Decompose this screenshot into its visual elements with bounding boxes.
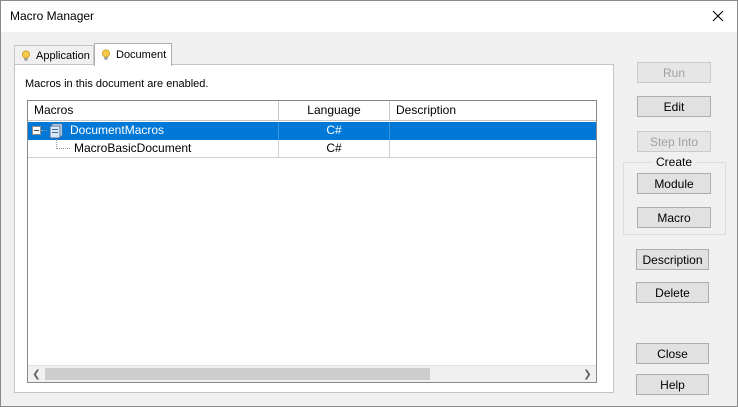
macro-status-text: Macros in this document are enabled. xyxy=(25,78,209,90)
macro-description-cell xyxy=(390,140,596,158)
close-icon[interactable] xyxy=(703,2,733,30)
description-button[interactable]: Description xyxy=(636,249,709,270)
delete-button[interactable]: Delete xyxy=(636,282,709,303)
macro-language-cell: C# xyxy=(279,140,390,158)
macro-description-cell xyxy=(390,122,596,140)
document-tab-panel: Macros in this document are enabled. Mac… xyxy=(14,64,614,393)
module-button[interactable]: Module xyxy=(637,173,711,194)
grid-header: Macros Language Description xyxy=(28,101,596,121)
macro-manager-dialog: Macro Manager Application Document Macro… xyxy=(0,0,738,407)
macro-button[interactable]: Macro xyxy=(637,207,711,228)
description-button-label: Description xyxy=(642,252,703,267)
column-header-description[interactable]: Description xyxy=(390,101,596,121)
scroll-left-icon[interactable]: ❮ xyxy=(28,366,45,382)
lightbulb-icon xyxy=(21,50,31,62)
scroll-right-icon[interactable]: ❯ xyxy=(579,366,596,382)
table-row[interactable]: MacroBasicDocument C# xyxy=(28,139,596,158)
create-group-label: Create xyxy=(652,155,697,169)
tab-application[interactable]: Application xyxy=(14,45,94,65)
macro-name-cell: MacroBasicDocument xyxy=(28,139,279,158)
module-button-label: Module xyxy=(654,176,694,191)
step-into-button-label: Step Into xyxy=(649,134,699,149)
macro-language-cell: C# xyxy=(279,122,390,140)
collapse-toggle-icon[interactable] xyxy=(32,126,41,135)
macro-name: MacroBasicDocument xyxy=(74,141,192,155)
tab-label: Application xyxy=(36,49,90,62)
macro-project-icon xyxy=(48,123,64,139)
help-button-label: Help xyxy=(660,377,685,392)
run-button-label: Run xyxy=(662,65,685,80)
close-button-label: Close xyxy=(657,346,688,361)
edit-button[interactable]: Edit xyxy=(637,96,711,117)
tab-label: Document xyxy=(116,49,167,61)
macros-grid[interactable]: Macros Language Description DocumentMacr… xyxy=(27,100,597,383)
close-button[interactable]: Close xyxy=(636,343,709,364)
tree-connector xyxy=(41,130,47,131)
delete-button-label: Delete xyxy=(655,285,690,300)
tree-connector xyxy=(56,148,70,149)
title-bar: Macro Manager xyxy=(1,1,737,32)
window-title: Macro Manager xyxy=(10,9,95,23)
lightbulb-icon xyxy=(101,49,111,61)
macro-name-cell: DocumentMacros xyxy=(28,122,279,140)
run-button[interactable]: Run xyxy=(637,62,711,83)
horizontal-scrollbar[interactable]: ❮ ❯ xyxy=(28,365,596,382)
edit-button-label: Edit xyxy=(663,99,685,114)
table-row[interactable]: DocumentMacros C# xyxy=(28,122,596,140)
column-header-macros[interactable]: Macros xyxy=(28,101,279,121)
help-button[interactable]: Help xyxy=(636,374,709,395)
macro-name: DocumentMacros xyxy=(70,123,165,137)
macro-button-label: Macro xyxy=(657,210,691,225)
tab-document[interactable]: Document xyxy=(94,43,172,66)
scrollbar-thumb[interactable] xyxy=(45,368,430,380)
column-header-language[interactable]: Language xyxy=(279,101,390,121)
step-into-button[interactable]: Step Into xyxy=(637,131,711,152)
